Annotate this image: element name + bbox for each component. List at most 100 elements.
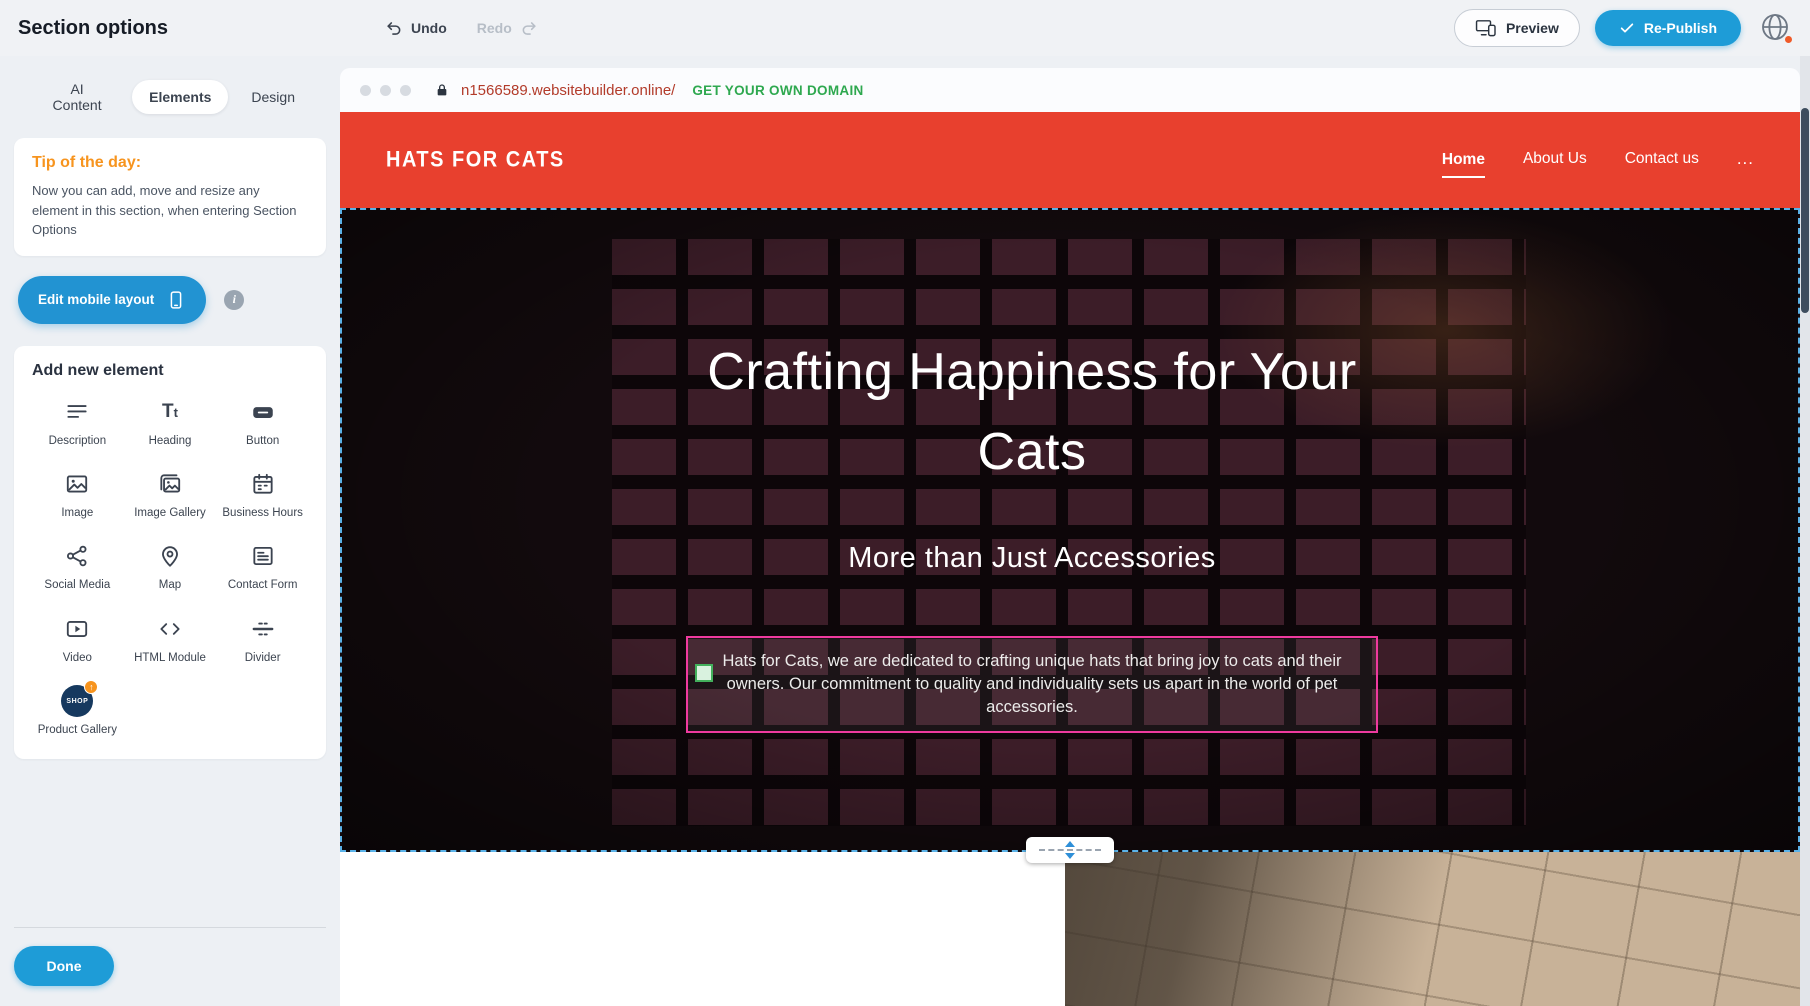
next-section [340,852,1800,1006]
heading-icon: Tt [162,398,178,426]
add-html-module[interactable]: HTML Module [125,615,216,665]
editor-main: n1566589.websitebuilder.online/ GET YOUR… [340,56,1800,1006]
hero-section-selected[interactable]: Crafting Happiness for Your Cats More th… [340,208,1800,852]
site-url: n1566589.websitebuilder.online/ [461,82,675,99]
shop-upgrade-dot: ↑ [84,680,98,694]
section-options-sidebar: AI Content Elements Design Tip of the da… [0,56,340,1006]
check-icon [1619,21,1635,35]
topbar: Section options Undo Redo Preview Re-Pub… [0,0,1810,56]
add-product-gallery[interactable]: SHOP ↑ Product Gallery [32,687,123,737]
redo-button[interactable]: Redo [477,19,538,38]
add-element-card: Add new element Description Tt Heading B… [14,346,326,760]
hero-subheading[interactable]: More than Just Accessories [342,542,1722,575]
element-label: Social Media [44,578,110,592]
get-domain-link[interactable]: GET YOUR OWN DOMAIN [692,83,863,98]
tab-ai-content[interactable]: AI Content [28,72,126,122]
add-contact-form[interactable]: Contact Form [217,542,308,592]
element-label: Image Gallery [134,506,206,520]
window-dot [400,85,411,96]
edit-mobile-row: Edit mobile layout i [18,276,322,324]
image-gallery-icon [157,470,183,498]
preview-label: Preview [1506,20,1559,36]
hero-paragraph: Hats for Cats, we are dedicated to craft… [706,650,1358,719]
map-pin-icon [157,542,183,570]
element-label: Heading [149,434,192,448]
undo-label: Undo [411,20,447,36]
next-section-blank[interactable] [340,852,1065,1006]
add-image[interactable]: Image [32,470,123,520]
app-window: Section options Undo Redo Preview Re-Pub… [0,0,1810,1006]
nav-about-us[interactable]: About Us [1523,150,1587,170]
divider-icon [250,615,276,643]
add-video[interactable]: Video [32,615,123,665]
add-description[interactable]: Description [32,398,123,448]
element-label: Image [61,506,93,520]
scrollbar-thumb[interactable] [1801,108,1809,313]
element-label: Contact Form [228,578,298,592]
business-hours-icon [250,470,276,498]
element-grid: Description Tt Heading Button Image [32,398,308,738]
lock-icon [434,82,450,98]
tab-elements[interactable]: Elements [132,80,228,114]
add-map[interactable]: Map [125,542,216,592]
sidebar-tabs: AI Content Elements Design [14,72,326,122]
element-label: Product Gallery [38,723,117,737]
element-label: Description [49,434,107,448]
site-header[interactable]: HATS FOR CATS Home About Us Contact us .… [340,112,1800,208]
element-label: Video [63,651,92,665]
redo-icon [519,19,538,38]
undo-icon [385,19,404,38]
add-social-media[interactable]: Social Media [32,542,123,592]
element-label: Button [246,434,279,448]
add-heading[interactable]: Tt Heading [125,398,216,448]
description-icon [64,398,90,426]
add-image-gallery[interactable]: Image Gallery [125,470,216,520]
sidebar-divider [14,927,326,928]
browser-chrome-bar: n1566589.websitebuilder.online/ GET YOUR… [340,68,1800,112]
done-button[interactable]: Done [14,946,114,986]
window-dot [360,85,371,96]
tip-of-the-day-card: Tip of the day: Now you can add, move an… [14,138,326,256]
republish-label: Re-Publish [1644,20,1717,36]
language-globe-button[interactable] [1756,9,1794,47]
undo-button[interactable]: Undo [385,19,447,38]
drag-dashed-line [1039,849,1101,851]
site-nav: Home About Us Contact us ... [1442,149,1754,171]
notification-dot [1784,35,1793,44]
element-label: Business Hours [222,506,303,520]
nav-more[interactable]: ... [1737,149,1754,171]
edit-mobile-layout-button[interactable]: Edit mobile layout [18,276,206,324]
product-gallery-icon: SHOP ↑ [61,687,93,715]
add-divider[interactable]: Divider [217,615,308,665]
window-dot [380,85,391,96]
add-element-title: Add new element [32,362,308,380]
button-icon [250,398,276,426]
site-logo[interactable]: HATS FOR CATS [386,147,565,173]
element-resize-handle[interactable] [695,664,713,682]
paragraph-element-selected[interactable]: Hats for Cats, we are dedicated to craft… [686,636,1378,733]
arrow-up-icon [1065,841,1075,847]
nav-contact-us[interactable]: Contact us [1625,150,1699,170]
element-label: HTML Module [134,651,206,665]
republish-button[interactable]: Re-Publish [1595,10,1741,46]
tip-title: Tip of the day: [32,154,308,172]
arrow-down-icon [1065,853,1075,859]
hero-heading[interactable]: Crafting Happiness for Your Cats [682,332,1382,492]
page-title: Section options [18,17,168,40]
section-height-drag-handle[interactable] [1026,837,1114,863]
preview-button[interactable]: Preview [1454,9,1580,47]
site-preview: HATS FOR CATS Home About Us Contact us .… [340,112,1800,1006]
devices-icon [1475,19,1497,37]
nav-home[interactable]: Home [1442,151,1485,178]
tab-design[interactable]: Design [234,80,312,114]
html-code-icon [157,615,183,643]
add-button[interactable]: Button [217,398,308,448]
add-business-hours[interactable]: Business Hours [217,470,308,520]
next-section-pavement-image[interactable] [1065,852,1800,1006]
social-media-icon [64,542,90,570]
info-icon[interactable]: i [224,290,244,310]
mobile-phone-icon [166,289,186,311]
video-icon [64,615,90,643]
history-controls: Undo Redo [385,19,538,38]
image-icon [64,470,90,498]
